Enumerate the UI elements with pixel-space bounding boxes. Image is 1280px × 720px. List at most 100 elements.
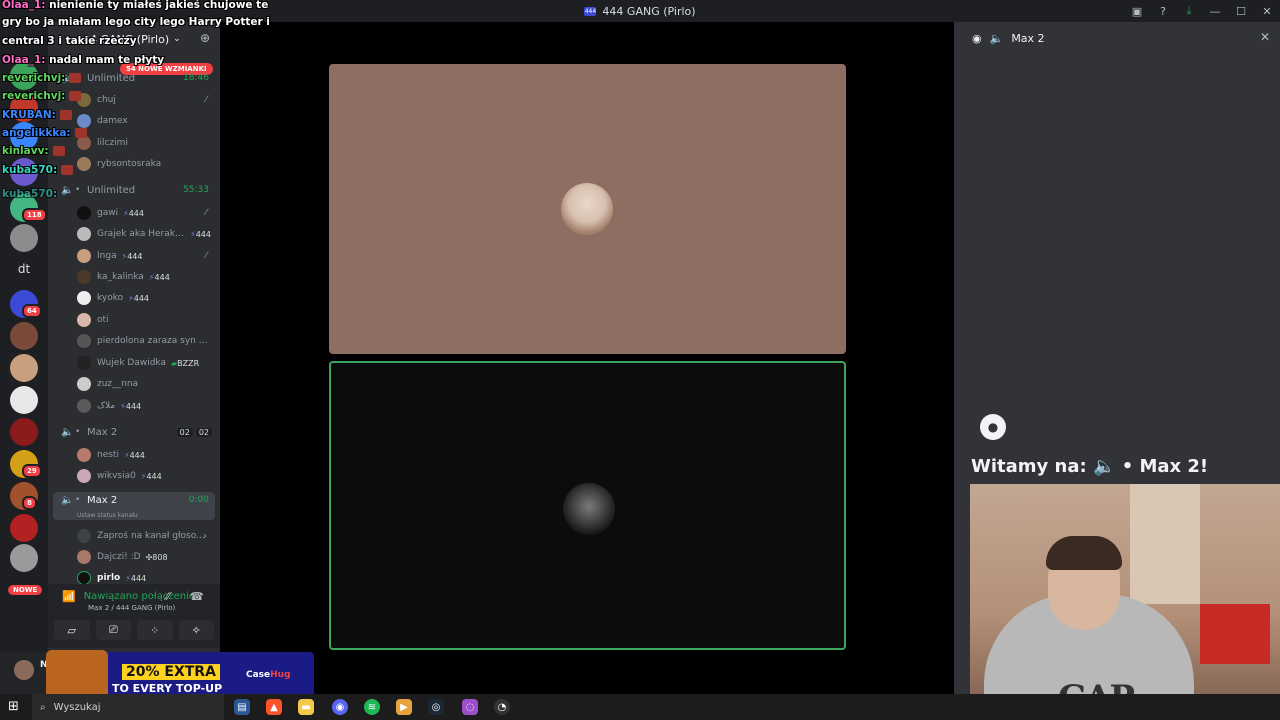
voice-user[interactable]: Wujek Dawidka ▰BZZR [77,353,211,373]
voice-user[interactable]: wikvsia0 ⚡444 [77,466,211,486]
server-icon-7[interactable] [10,322,38,350]
chat-bubble-icon: ◉ [972,31,982,45]
voice-user[interactable]: ملاک ⚡444 [77,396,211,416]
voice-user[interactable]: oti [77,310,211,330]
server-icon-9[interactable] [10,386,38,414]
clan-tag: 444 [125,401,142,411]
voice-user[interactable]: lilczimi [77,133,211,153]
mic-muted-icon: ⁄ [205,251,207,261]
voice-user[interactable]: pierdolona zaraza syn sza... [77,331,211,351]
brave-browser-icon[interactable]: ▲ [266,699,282,715]
server-icon-6[interactable] [10,224,38,252]
clan-tag: 444 [133,293,150,303]
help-icon[interactable]: ? [1150,0,1176,22]
obs-icon[interactable]: ◔ [494,699,510,715]
server-dt-label[interactable]: dt [0,262,48,276]
server-icon-3[interactable] [10,122,38,150]
server-icon-13[interactable] [10,514,38,542]
server-icon-4[interactable] [10,158,38,186]
avatar [77,377,91,391]
user-name: Grajek aka Herakles [97,229,186,239]
voice-user[interactable]: kyoko ⚡444 [77,288,211,308]
soundboard-button[interactable]: ✧ [178,620,214,640]
close-button[interactable]: ✕ [1254,0,1280,22]
noise-suppression-icon[interactable]: ⁄⁄ [166,590,170,603]
speaker-icon: 🔈 [61,495,74,506]
new-unreads-pill[interactable]: NOWE [8,585,43,595]
windows-start-icon[interactable]: ⊞ [8,699,19,714]
voice-user[interactable]: damex [77,111,211,131]
server-icon-8[interactable] [10,354,38,382]
user-name: chuj [97,95,116,105]
inbox-icon[interactable]: ▣ [1124,0,1150,22]
screen-share-button[interactable]: ⎚ [95,620,131,640]
window-title-text: 444 GANG (Pirlo) [602,4,696,18]
activities-button[interactable]: ⁘ [137,620,173,640]
spotify-icon[interactable]: ≋ [364,699,380,715]
avatar [77,571,91,585]
voice-call-stage [220,22,954,692]
voice-user[interactable]: nesti ⚡444 [77,445,211,465]
voice-channel-unlimited-1[interactable]: 🔈 • Unlimited 18:46 [53,68,215,88]
connection-location[interactable]: Max 2 / 444 GANG (Pirlo) [88,604,175,612]
avatar [77,157,91,171]
streamer-webcam: GAP [970,484,1280,720]
avatar [77,206,91,220]
task-view-icon[interactable]: ▤ [234,699,250,715]
voice-user[interactable]: ka_kalinka ⚡444 [77,267,211,287]
voice-user[interactable]: zuz__nna [77,374,211,394]
voice-user[interactable]: gawi ⚡444 ⁄ [77,203,211,223]
channel-name: Max 2 [87,495,118,506]
unread-badge: 64 [22,304,42,318]
clan-tag: 444 [129,450,145,460]
download-icon[interactable]: ⤓ [1176,0,1202,22]
participant-avatar [563,483,615,535]
channel-count: 02 [176,427,193,437]
voice-user[interactable]: chuj ⁄ [77,90,211,110]
avatar [77,313,91,327]
camera-off-button[interactable]: ▱ [54,620,90,640]
clan-tag: 808 [152,552,168,562]
ad-headline: 20% EXTRA [122,664,220,680]
speaker-icon: 🔈 [1092,456,1116,477]
voice-user[interactable]: Grajek aka Herakles ⚡444 [77,224,211,244]
server-header[interactable]: 444 GANG (Pirlo) ⌄ ⊕ [48,22,220,56]
minimize-button[interactable]: — [1202,0,1228,22]
taskbar-search[interactable]: ⌕ Wyszukaj [32,694,224,720]
disconnect-icon[interactable]: ☎ [190,590,204,603]
user-name: lilczimi [97,138,128,148]
discord-icon[interactable]: ◉ [332,699,348,715]
participant-tile[interactable] [329,64,846,354]
file-explorer-icon[interactable]: ▬ [298,699,314,715]
add-member-icon[interactable]: ⊕ [200,31,210,45]
treasure-chest-icon [46,650,108,700]
voice-channel-max2-a[interactable]: 🔈 • Max 2 02 02 [53,422,215,442]
voice-user[interactable]: Dajczi! :D ✣808 [77,547,211,567]
user-name: ملاک [97,401,116,411]
invite-to-voice-row[interactable]: Zaproś na kanał głoso... › [77,526,211,546]
voice-channel-unlimited-2[interactable]: 🔈 • Unlimited 55:33 [53,180,215,200]
search-placeholder: Wyszukaj [53,701,101,713]
close-icon[interactable]: ✕ [1260,30,1270,44]
server-icon-2[interactable] [10,94,38,122]
connection-status[interactable]: 📶 Nawiązano połączenie [62,590,195,603]
app-icon[interactable]: ◌ [462,699,478,715]
clan-tag: 444 [128,208,144,218]
server-icon-10[interactable] [10,418,38,446]
avatar [77,270,91,284]
server-name: 444 GANG (Pirlo) [76,32,170,46]
channel-status-setter[interactable]: Ustaw status kanału [77,512,138,519]
participant-tile-speaking[interactable] [329,361,846,650]
server-icon-14[interactable] [10,544,38,572]
media-player-icon[interactable]: ▶ [396,699,412,715]
avatar [77,93,91,107]
participant-avatar [561,183,613,235]
user-name: Wujek Dawidka [97,358,166,368]
voice-user[interactable]: Inga ⚡444 ⁄ [77,246,211,266]
voice-user[interactable]: rybsontosraka [77,154,211,174]
voice-action-buttons: ▱ ⎚ ⁘ ✧ [54,620,214,640]
steam-icon[interactable]: ◎ [428,699,444,715]
maximize-button[interactable]: ☐ [1228,0,1254,22]
server-icon-1[interactable] [10,62,38,90]
avatar[interactable] [14,660,34,680]
